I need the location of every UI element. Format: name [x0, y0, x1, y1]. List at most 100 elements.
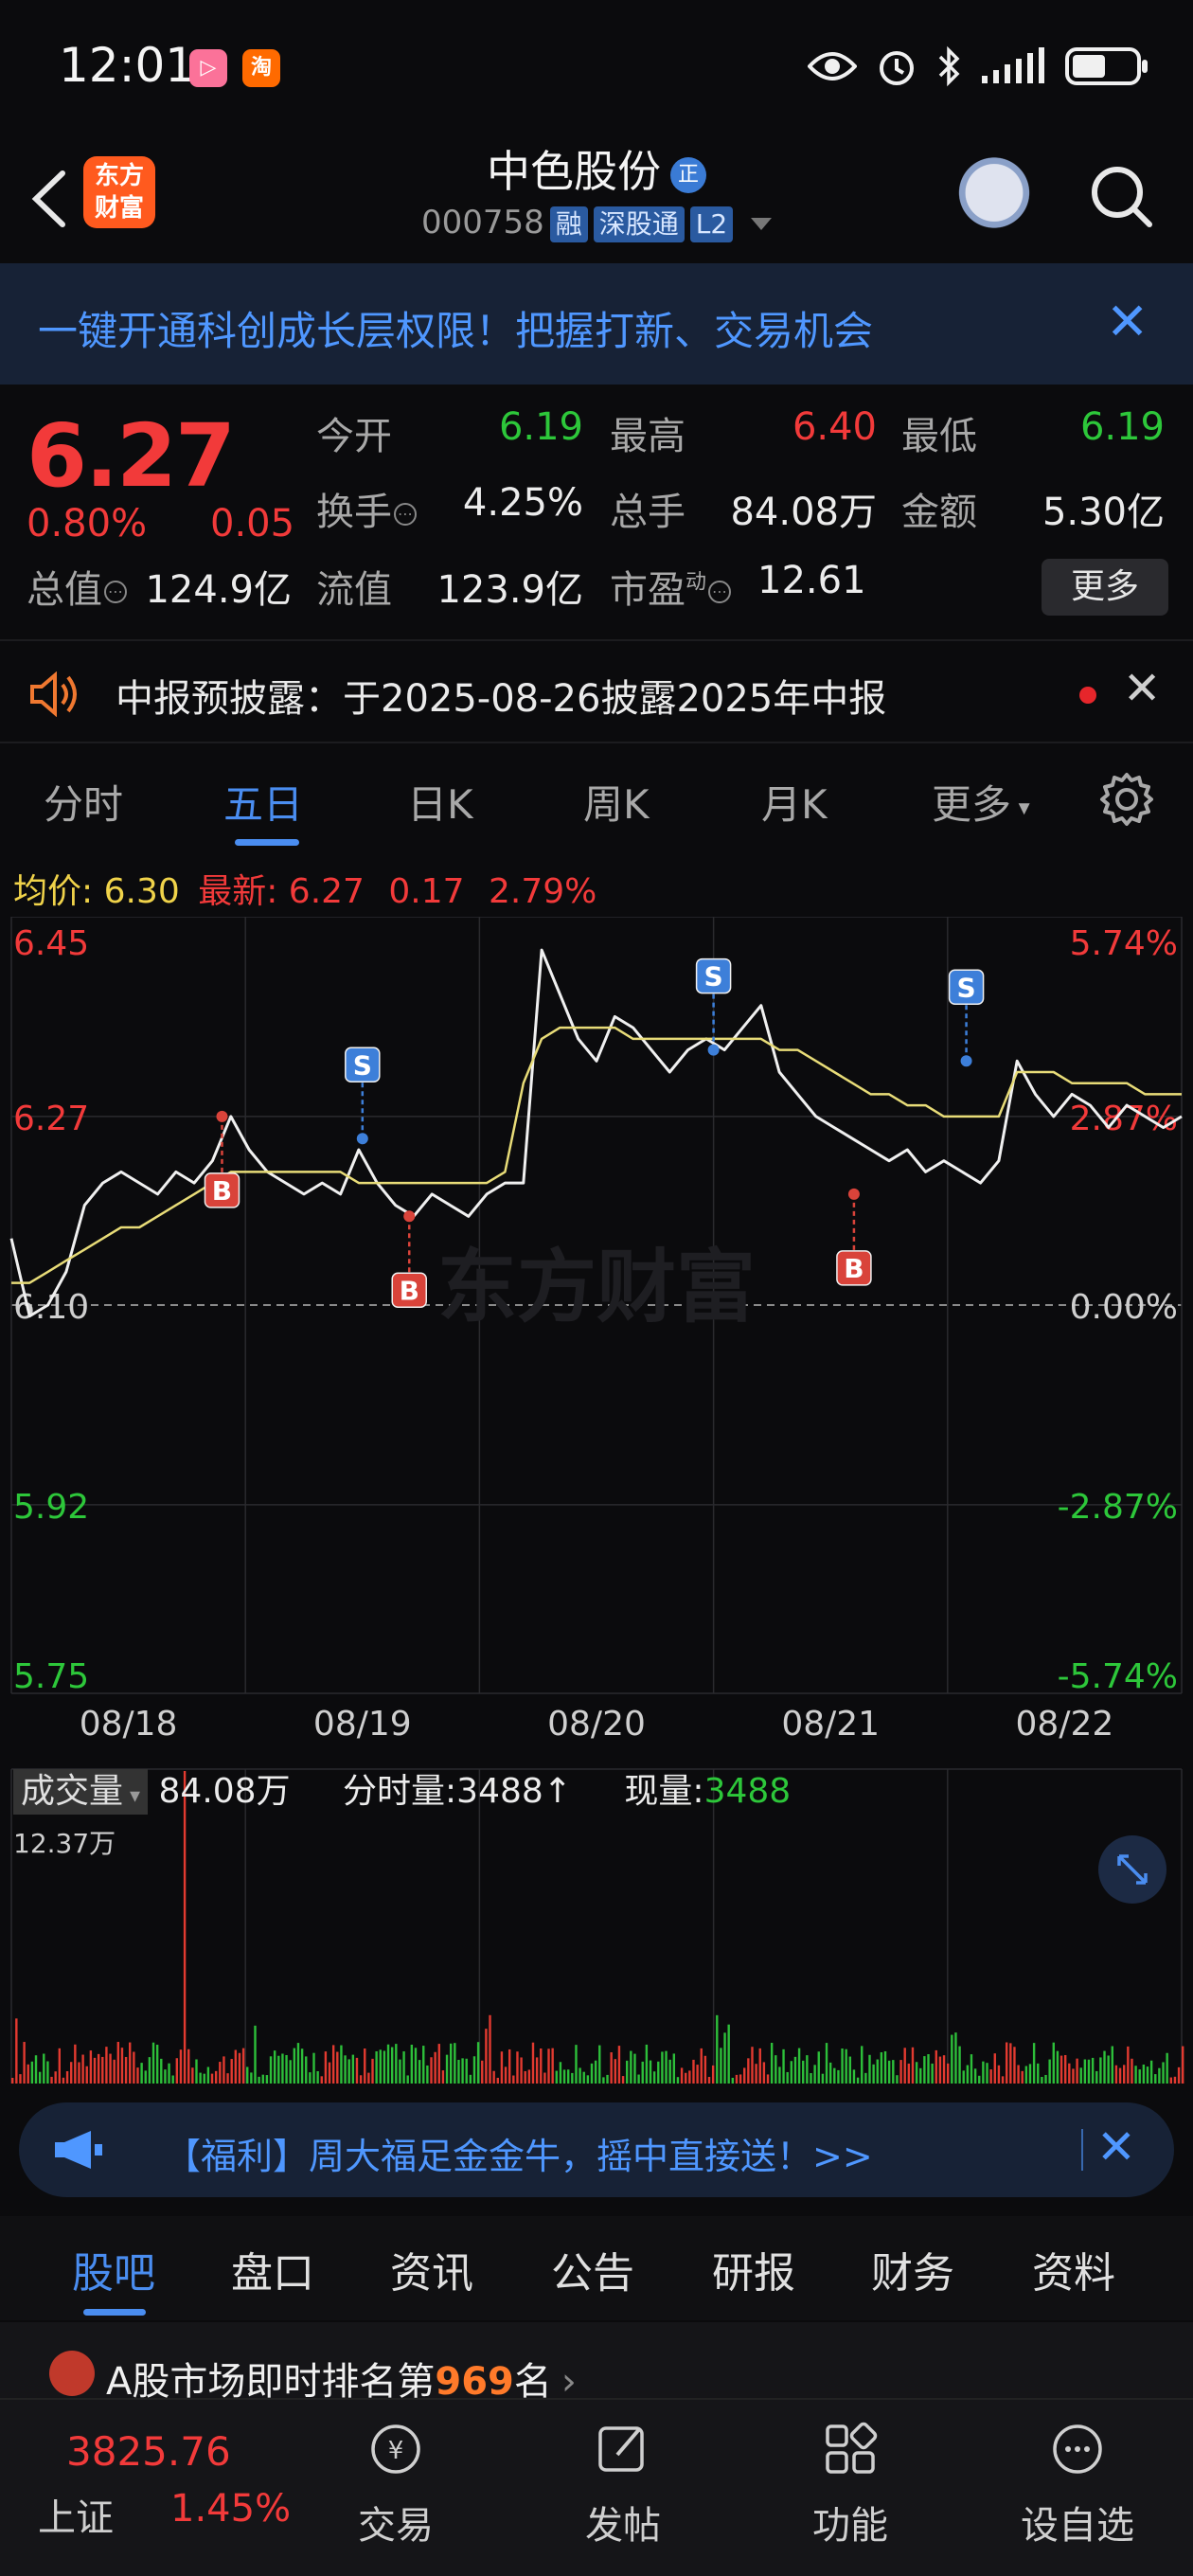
- volume-bar: [371, 2058, 374, 2084]
- volume-bar: [880, 2052, 883, 2084]
- index-name[interactable]: 上证: [38, 2487, 114, 2542]
- volume-bar: [535, 2057, 539, 2084]
- welfare-promo[interactable]: 【福利】周大福足金金牛，摇中直接送！>> ✕: [19, 2102, 1174, 2197]
- tab-daily-k[interactable]: 日K: [407, 773, 473, 831]
- marker-dot: [707, 1044, 720, 1056]
- volume-bar: [116, 2042, 120, 2084]
- volume-bar: [1028, 2064, 1032, 2084]
- pe-label[interactable]: 市盈动 ⋯: [610, 559, 732, 614]
- volume-bar: [399, 2059, 401, 2084]
- tab-research[interactable]: 研报: [712, 2239, 795, 2299]
- tab-monthly-k[interactable]: 月K: [761, 773, 828, 831]
- tab-profile[interactable]: 资料: [1032, 2239, 1115, 2299]
- notice-text[interactable]: 中报预披露：于2025-08-26披露2025年中报: [116, 668, 886, 723]
- volume-bar: [62, 2077, 65, 2084]
- volume-bar: [778, 2066, 781, 2084]
- nav-post[interactable]: 发帖: [547, 2419, 699, 2549]
- volume-bar: [78, 2062, 80, 2084]
- volume-bar: [845, 2048, 847, 2084]
- volume-bar: [485, 2029, 488, 2084]
- open-value: 6.19: [498, 405, 583, 449]
- volume-bar: [406, 2075, 409, 2084]
- volume-bar: [516, 2051, 519, 2084]
- volume-bar: [907, 2063, 911, 2084]
- index-value[interactable]: 3825.76: [66, 2428, 231, 2475]
- notice-bar[interactable]: 中报预披露：于2025-08-26披露2025年中报 ✕: [0, 639, 1193, 743]
- volume-bar: [454, 2043, 456, 2084]
- volume-bar: [1182, 2046, 1184, 2084]
- volume-bar: [1017, 2065, 1020, 2084]
- index-change[interactable]: 1.45%: [170, 2487, 291, 2531]
- tab-more[interactable]: 更多 ▾: [932, 773, 1030, 831]
- tab-announcements[interactable]: 公告: [551, 2239, 634, 2299]
- volume-bar: [1072, 2068, 1075, 2084]
- volume-bar: [793, 2056, 797, 2084]
- nav-watchlist[interactable]: 设自选: [1002, 2419, 1153, 2549]
- promo-banner[interactable]: 一键开通科创成长层权限！把握打新、交易机会 ✕: [0, 263, 1193, 385]
- volume-selector[interactable]: 成交量 ▾: [13, 1769, 149, 1815]
- volume-bar: [982, 2061, 985, 2084]
- tab-news[interactable]: 资讯: [390, 2239, 473, 2299]
- settings-gear-icon[interactable]: [1098, 771, 1155, 828]
- turnover-label[interactable]: 换手 ⋯: [316, 481, 417, 536]
- volume-bar: [54, 2071, 57, 2084]
- volume-bar: [668, 2059, 671, 2084]
- chart-grid: [10, 917, 1183, 2084]
- volume-bar: [770, 2042, 774, 2084]
- volume-bar: [328, 2062, 331, 2084]
- volume-bar: [140, 2063, 143, 2084]
- volume-bar: [1107, 2055, 1110, 2084]
- divider: [1081, 2129, 1083, 2171]
- avg-value: 6.30: [103, 872, 180, 911]
- y-tick-right: -2.87%: [1058, 1488, 1178, 1527]
- volume-bar: [11, 2078, 14, 2084]
- close-icon[interactable]: ✕: [1096, 2120, 1136, 2174]
- nav-trade[interactable]: ¥ 交易: [320, 2419, 472, 2549]
- tab-intraday[interactable]: 分时: [44, 773, 123, 831]
- tab-guba[interactable]: 股吧: [72, 2239, 155, 2299]
- volume-bar: [19, 2074, 22, 2084]
- volume-bar: [1162, 2062, 1165, 2084]
- amount-label: 金额: [901, 491, 977, 534]
- tab-orderbook[interactable]: 盘口: [231, 2239, 314, 2299]
- five-day-chart[interactable]: 东方财富 6.456.276.105.925.75 5.74%2.87%0.00…: [0, 917, 1193, 2091]
- close-icon[interactable]: ✕: [1106, 292, 1148, 351]
- volume-bar: [476, 2042, 480, 2084]
- volume-bar: [336, 2051, 339, 2084]
- promo-text[interactable]: 【福利】周大福足金金牛，摇中直接送！>>: [165, 2127, 873, 2179]
- more-button[interactable]: 更多: [1042, 559, 1168, 616]
- volume-bar: [571, 2072, 574, 2084]
- volume-bar: [828, 2062, 832, 2084]
- expand-icon[interactable]: [1098, 1835, 1166, 1904]
- volume-bar: [887, 2060, 891, 2084]
- tab-finance[interactable]: 财务: [871, 2239, 954, 2299]
- volume-bar: [97, 2053, 100, 2084]
- volume-bar: [652, 2071, 656, 2084]
- assistant-robot-icon[interactable]: [952, 154, 1037, 240]
- volume-bar: [105, 2047, 108, 2084]
- tab-five-day[interactable]: 五日: [223, 773, 303, 831]
- volume-bar: [164, 2069, 167, 2084]
- volume-bar: [1146, 2066, 1149, 2084]
- volume-bar: [355, 2057, 359, 2084]
- tag-l2: L2: [689, 206, 734, 242]
- close-icon[interactable]: ✕: [1123, 662, 1161, 715]
- x-tick-label: 08/18: [80, 1705, 178, 1744]
- nav-functions[interactable]: 功能: [775, 2419, 926, 2549]
- volume-bar: [395, 2044, 398, 2084]
- rank-row[interactable]: A股市场即时排名第969名 ›: [0, 2322, 1193, 2404]
- volume-bar: [1131, 2058, 1133, 2084]
- volume-bar: [1048, 2059, 1051, 2084]
- tab-weekly-k[interactable]: 周K: [583, 773, 650, 831]
- avg-label: 均价:: [13, 872, 94, 911]
- y-tick-right: -5.74%: [1058, 1657, 1178, 1696]
- volume-bar: [758, 2048, 761, 2084]
- banner-text[interactable]: 一键开通科创成长层权限！把握打新、交易机会: [38, 299, 873, 357]
- volume-bar: [841, 2048, 844, 2084]
- volume-bar: [250, 2072, 253, 2084]
- y-axis-left: 6.456.276.105.925.75: [13, 924, 89, 1696]
- search-icon[interactable]: [1089, 164, 1155, 230]
- volume-bar: [320, 2076, 323, 2084]
- unread-dot: [1079, 687, 1096, 704]
- mktcap-label[interactable]: 总值 ⋯: [27, 559, 127, 614]
